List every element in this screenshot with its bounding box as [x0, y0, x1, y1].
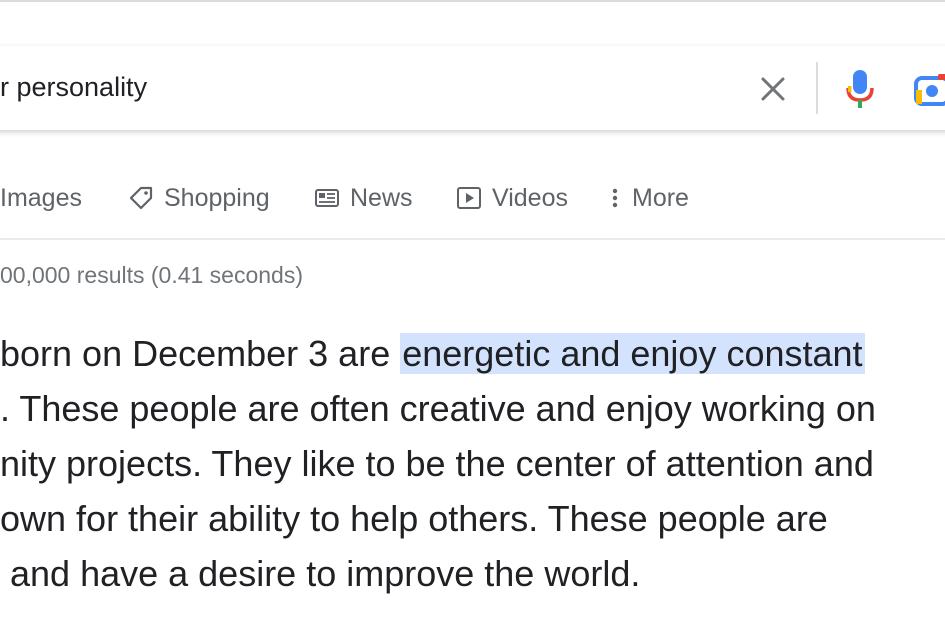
snippet-line-3: nity projects. They like to be the cente… — [0, 443, 874, 484]
snippet-line-4: own for their ability to help others. Th… — [0, 498, 828, 539]
tab-shopping[interactable]: Shopping — [128, 176, 270, 220]
search-tabs: Images Shopping News Videos More — [0, 176, 945, 220]
tab-label: Shopping — [164, 183, 270, 212]
snippet-highlight: energetic and enjoy constant — [400, 333, 865, 374]
microphone-icon[interactable] — [844, 66, 876, 112]
tab-news[interactable]: News — [314, 176, 413, 220]
play-icon — [457, 187, 481, 209]
tab-label: More — [632, 183, 689, 212]
close-icon[interactable] — [756, 72, 790, 106]
tabs-divider — [0, 238, 945, 240]
snippet-text: born on December 3 are — [0, 333, 401, 374]
result-stats: 00,000 results (0.41 seconds) — [0, 262, 304, 288]
search-bar-divider — [816, 62, 818, 114]
tab-label: News — [350, 183, 413, 212]
tab-label: Images — [0, 183, 82, 212]
tab-label: Videos — [492, 183, 568, 212]
tag-icon — [129, 186, 153, 210]
snippet-line-1: born on December 3 are energetic and enj… — [0, 326, 865, 381]
snippet-line-2: . These people are often creative and en… — [0, 388, 876, 429]
search-input[interactable]: r personality — [0, 72, 147, 103]
tab-images[interactable]: Images — [0, 176, 82, 220]
search-results-page: r personality Images Shopping News Video… — [0, 0, 945, 630]
news-icon — [315, 189, 339, 207]
snippet-line-5: and have a desire to improve the world. — [10, 553, 641, 594]
tab-more[interactable]: More — [608, 176, 689, 220]
tab-videos[interactable]: Videos — [456, 176, 568, 220]
more-vert-icon — [612, 188, 618, 208]
camera-lens-icon[interactable] — [912, 70, 945, 110]
top-border — [0, 0, 945, 2]
